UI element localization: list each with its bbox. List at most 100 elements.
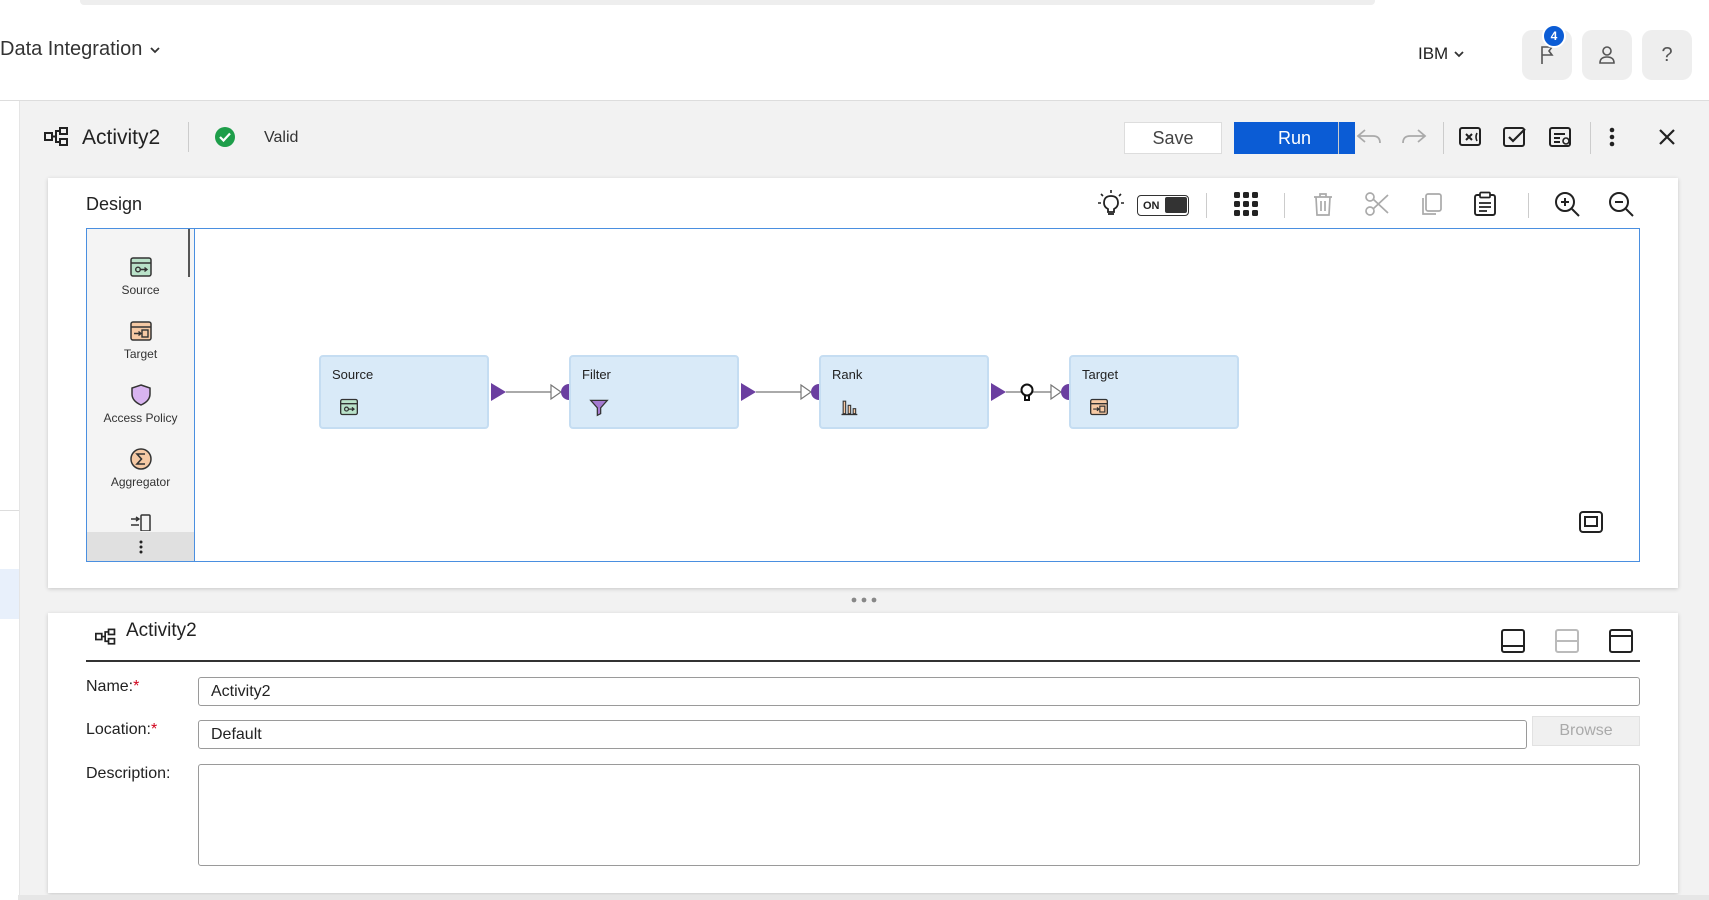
required-mark: * (150, 721, 158, 738)
chevron-down-icon (1454, 51, 1464, 58)
node-source[interactable]: Source (319, 355, 489, 429)
description-field[interactable] (198, 764, 1640, 866)
properties-title: Activity2 (126, 620, 197, 641)
dock-bottom-icon (1501, 629, 1525, 653)
palette-scrollbar[interactable] (188, 229, 190, 277)
palette-item-access-policy[interactable]: Access Policy (87, 383, 194, 425)
minimap-icon[interactable] (1578, 510, 1604, 534)
split-view-icon (1555, 629, 1579, 653)
name-label: Name:* (86, 678, 140, 695)
dock-bottom-button[interactable] (1498, 626, 1528, 656)
properties-button[interactable] (1546, 122, 1576, 152)
copy-icon (1422, 193, 1442, 215)
recommendations-toggle[interactable]: ON (1137, 195, 1189, 216)
name-field[interactable] (198, 677, 1640, 706)
redo-button[interactable] (1399, 122, 1429, 152)
link-filter-rank[interactable] (739, 380, 819, 404)
close-icon (1659, 129, 1675, 145)
delete-button[interactable] (1308, 189, 1338, 219)
undo-button[interactable] (1354, 122, 1384, 152)
location-field[interactable] (198, 720, 1527, 749)
node-label: Source (332, 367, 374, 382)
required-mark: * (133, 678, 140, 695)
zoom-in-button[interactable] (1552, 189, 1582, 219)
source-icon (340, 398, 358, 416)
node-target[interactable]: Target (1069, 355, 1239, 429)
parameters-button[interactable] (1456, 122, 1486, 152)
user-icon (1599, 46, 1615, 64)
palette-more-button[interactable] (87, 532, 194, 561)
help-icon: ? (1661, 43, 1673, 66)
panel-resize-handle[interactable] (848, 594, 880, 606)
link-source-filter[interactable] (489, 380, 569, 404)
node-label: Target (1082, 367, 1119, 382)
properties-icon (1549, 127, 1571, 147)
copy-button[interactable] (1416, 189, 1446, 219)
target-icon (129, 321, 152, 341)
link-rank-target[interactable] (989, 380, 1069, 404)
redo-icon (1402, 129, 1427, 144)
rail-selected-item[interactable] (0, 569, 19, 619)
org-switcher[interactable]: IBM (1418, 44, 1466, 64)
help-button[interactable]: ? (1642, 30, 1692, 80)
trash-icon (1314, 193, 1332, 216)
maximize-panel-button[interactable] (1606, 626, 1636, 656)
org-label: IBM (1418, 44, 1449, 63)
validate-icon (1503, 127, 1526, 147)
divider (188, 122, 189, 152)
dock-top-icon (1609, 629, 1633, 653)
mapping-icon (44, 127, 68, 146)
user-profile-button[interactable] (1582, 30, 1632, 80)
undo-icon (1356, 129, 1381, 144)
transformation-palette: Source Target Access Policy Aggregator (87, 229, 195, 561)
properties-header-divider (86, 660, 1640, 662)
browse-button[interactable]: Browse (1532, 716, 1640, 746)
recommendations-button[interactable] (1096, 188, 1126, 218)
palette-label: Target (123, 347, 158, 361)
activity-title: Activity2 (82, 126, 161, 149)
mapping-icon (95, 628, 116, 645)
split-view-button[interactable] (1552, 626, 1582, 656)
description-label: Description: (86, 765, 171, 782)
paste-icon (1474, 191, 1496, 216)
divider (1338, 122, 1339, 154)
palette-item-source[interactable]: Source (87, 255, 194, 297)
left-nav-rail (0, 101, 20, 900)
grid-view-button[interactable] (1231, 189, 1261, 219)
scissors-icon (1365, 192, 1389, 216)
design-title: Design (86, 194, 143, 214)
node-filter[interactable]: Filter (569, 355, 739, 429)
top-scroll-strip (80, 0, 1375, 5)
location-label: Location:* (86, 721, 158, 738)
app-switcher[interactable]: Data Integration (0, 38, 162, 61)
rank-icon (841, 400, 858, 416)
bottom-scroll-strip (18, 895, 1709, 900)
paste-button[interactable] (1470, 189, 1500, 219)
grid-icon (1234, 192, 1258, 216)
palette-label: Source (121, 283, 160, 297)
rail-divider (0, 510, 19, 511)
run-button[interactable]: Run (1234, 122, 1355, 154)
divider (1443, 122, 1444, 154)
zoom-out-button[interactable] (1606, 189, 1636, 219)
zoom-out-icon (1609, 192, 1634, 217)
source-icon (129, 257, 152, 277)
more-vertical-icon (139, 540, 142, 553)
palette-item-aggregator[interactable]: Aggregator (87, 447, 194, 489)
sigma-icon (129, 448, 152, 470)
close-button[interactable] (1652, 122, 1682, 152)
palette-item-target[interactable]: Target (87, 319, 194, 361)
validation-status: Valid (264, 129, 299, 146)
shield-icon (130, 384, 151, 406)
validate-button[interactable] (1500, 122, 1530, 152)
node-label: Rank (832, 367, 863, 382)
toggle-knob (1165, 197, 1187, 213)
node-rank[interactable]: Rank (819, 355, 989, 429)
lightbulb-icon (1098, 190, 1124, 215)
cut-button[interactable] (1362, 189, 1392, 219)
more-actions-button[interactable] (1597, 122, 1627, 152)
save-button[interactable]: Save (1124, 122, 1222, 154)
lightbulb-icon (1020, 383, 1034, 401)
palette-item-partial[interactable] (87, 511, 194, 531)
divider (1590, 122, 1591, 154)
